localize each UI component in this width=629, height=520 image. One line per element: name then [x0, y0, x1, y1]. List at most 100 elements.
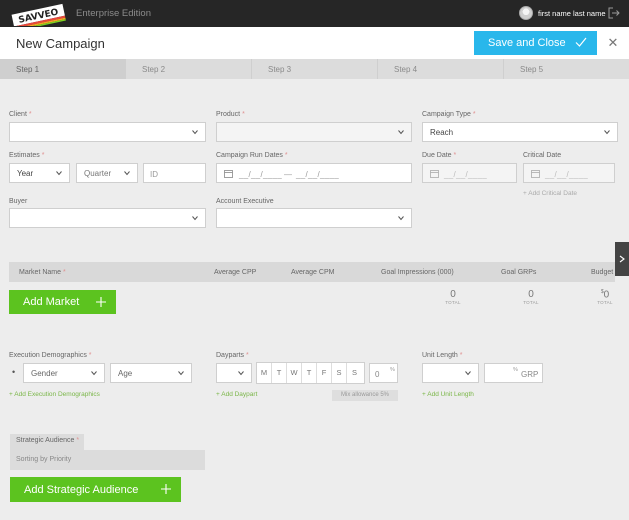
chevron-right-icon	[619, 255, 625, 263]
dayparts-label: Dayparts *	[216, 352, 249, 359]
run-start-date[interactable]: __/__/____	[239, 170, 282, 179]
daypart-percent-value: 0	[375, 370, 380, 379]
chevron-down-icon	[192, 216, 198, 221]
gender-value: Gender	[31, 369, 58, 378]
account-executive-select[interactable]	[216, 208, 412, 228]
total-impressions-value: 0	[450, 289, 456, 300]
estimates-label: Estimates *	[9, 152, 45, 159]
chevron-down-icon	[124, 171, 130, 176]
gender-select[interactable]: Gender	[23, 363, 105, 383]
add-strategic-audience-button[interactable]: Add Strategic Audience	[10, 477, 181, 502]
run-dates-label: Campaign Run Dates *	[216, 152, 288, 159]
save-and-close-label: Save and Close	[488, 37, 566, 49]
calendar-icon	[430, 170, 439, 178]
calendar-icon	[531, 170, 540, 178]
due-date-label: Due Date *	[422, 152, 457, 159]
day-friday[interactable]: F	[317, 363, 332, 383]
col-average-cpm: Average CPM	[291, 269, 335, 276]
critical-date-field[interactable]: __/__/____	[523, 163, 615, 183]
logout-icon[interactable]	[608, 7, 620, 19]
run-dates-field[interactable]: __/__/____ — __/__/____	[216, 163, 412, 183]
unit-length-grp-input[interactable]: % GRP	[484, 363, 543, 383]
unit-length-label: Unit Length *	[422, 352, 463, 359]
tab-step-4[interactable]: Step 4	[378, 59, 504, 79]
col-goal-grps: Goal GRPs	[501, 269, 537, 276]
due-date-field[interactable]: __/__/____	[422, 163, 517, 183]
mix-allowance-badge: Mix allowance 5%	[332, 390, 398, 401]
add-critical-date-link[interactable]: + Add Critical Date	[523, 190, 577, 197]
execution-demographics-label: Execution Demographics *	[9, 352, 92, 359]
product-select[interactable]	[216, 122, 412, 142]
tab-step-2[interactable]: Step 2	[126, 59, 252, 79]
savveo-logo[interactable]: SAVVEO	[10, 2, 68, 26]
total-grps-label: TOTAL	[523, 300, 539, 305]
tab-step-5[interactable]: Step 5	[504, 59, 629, 79]
campaign-type-value: Reach	[430, 128, 454, 137]
percent-sign: %	[390, 367, 395, 373]
day-tuesday[interactable]: T	[272, 363, 287, 383]
critical-date-value: __/__/____	[545, 170, 589, 179]
chevron-down-icon	[56, 171, 62, 176]
tab-step-3[interactable]: Step 3	[252, 59, 378, 79]
buyer-select[interactable]	[9, 208, 206, 228]
account-executive-label: Account Executive	[216, 198, 274, 205]
unit-length-select[interactable]	[422, 363, 479, 383]
buyer-label: Buyer	[9, 198, 28, 205]
day-sunday[interactable]: S	[347, 363, 362, 383]
daypart-percent-input[interactable]: 0 %	[369, 363, 398, 383]
chevron-down-icon	[192, 130, 198, 135]
chevron-down-icon	[238, 371, 244, 376]
save-and-close-button[interactable]: Save and Close	[474, 31, 597, 55]
campaign-type-select[interactable]: Reach	[422, 122, 618, 142]
campaign-type-label: Campaign Type *	[422, 111, 476, 118]
add-unit-length-link[interactable]: + Add Unit Length	[422, 391, 474, 398]
col-goal-impressions: Goal Impressions (000)	[381, 269, 454, 276]
add-strategic-audience-label: Add Strategic Audience	[24, 483, 139, 496]
year-select[interactable]: Year	[9, 163, 70, 183]
quarter-select[interactable]: Quarter	[76, 163, 138, 183]
product-label: Product *	[216, 111, 245, 118]
age-select[interactable]: Age	[110, 363, 192, 383]
chevron-down-icon	[398, 130, 404, 135]
chevron-down-icon	[398, 216, 404, 221]
date-separator: —	[284, 170, 292, 179]
add-market-button[interactable]: Add Market	[9, 290, 116, 314]
chevron-down-icon	[465, 371, 471, 376]
add-market-label: Add Market	[23, 296, 80, 308]
grp-label: GRP	[521, 370, 539, 379]
client-label: Client *	[9, 111, 32, 118]
add-execution-demographics-link[interactable]: + Add Execution Demographics	[9, 391, 100, 398]
day-wednesday[interactable]: W	[287, 363, 302, 383]
critical-date-label: Critical Date	[523, 152, 562, 159]
total-impressions-label: TOTAL	[445, 300, 461, 305]
quarter-value: Quarter	[84, 169, 112, 178]
run-end-date[interactable]: __/__/____	[296, 170, 339, 179]
plus-icon	[161, 484, 171, 494]
col-average-cpp: Average CPP	[214, 269, 257, 276]
calendar-icon	[224, 170, 233, 178]
edition-label: Enterprise Edition	[76, 8, 151, 19]
col-budget: Budget	[591, 269, 614, 276]
user-avatar[interactable]	[519, 6, 533, 20]
strategic-audience-header: Strategic Audience *	[10, 434, 84, 450]
close-icon[interactable]: ✕	[606, 36, 620, 50]
check-icon	[575, 37, 587, 47]
tab-step-1[interactable]: Step 1	[0, 59, 126, 79]
age-value: Age	[118, 369, 133, 378]
daypart-select[interactable]	[216, 363, 252, 383]
add-daypart-link[interactable]: + Add Daypart	[216, 391, 257, 398]
client-select[interactable]	[9, 122, 206, 142]
day-monday[interactable]: M	[257, 363, 272, 383]
day-saturday[interactable]: S	[332, 363, 347, 383]
plus-icon	[96, 297, 106, 307]
col-market-name: Market Name *	[19, 269, 66, 276]
side-panel-toggle[interactable]	[615, 242, 629, 276]
chevron-down-icon	[91, 371, 97, 376]
sorting-priority-bar: Sorting by Priority	[10, 450, 205, 470]
day-thursday[interactable]: T	[302, 363, 317, 383]
user-name[interactable]: first name last name	[538, 9, 606, 18]
estimate-id-input[interactable]: ID	[143, 163, 206, 183]
id-placeholder: ID	[150, 170, 158, 179]
total-budget-value: $0	[600, 289, 610, 301]
chevron-down-icon	[604, 130, 610, 135]
